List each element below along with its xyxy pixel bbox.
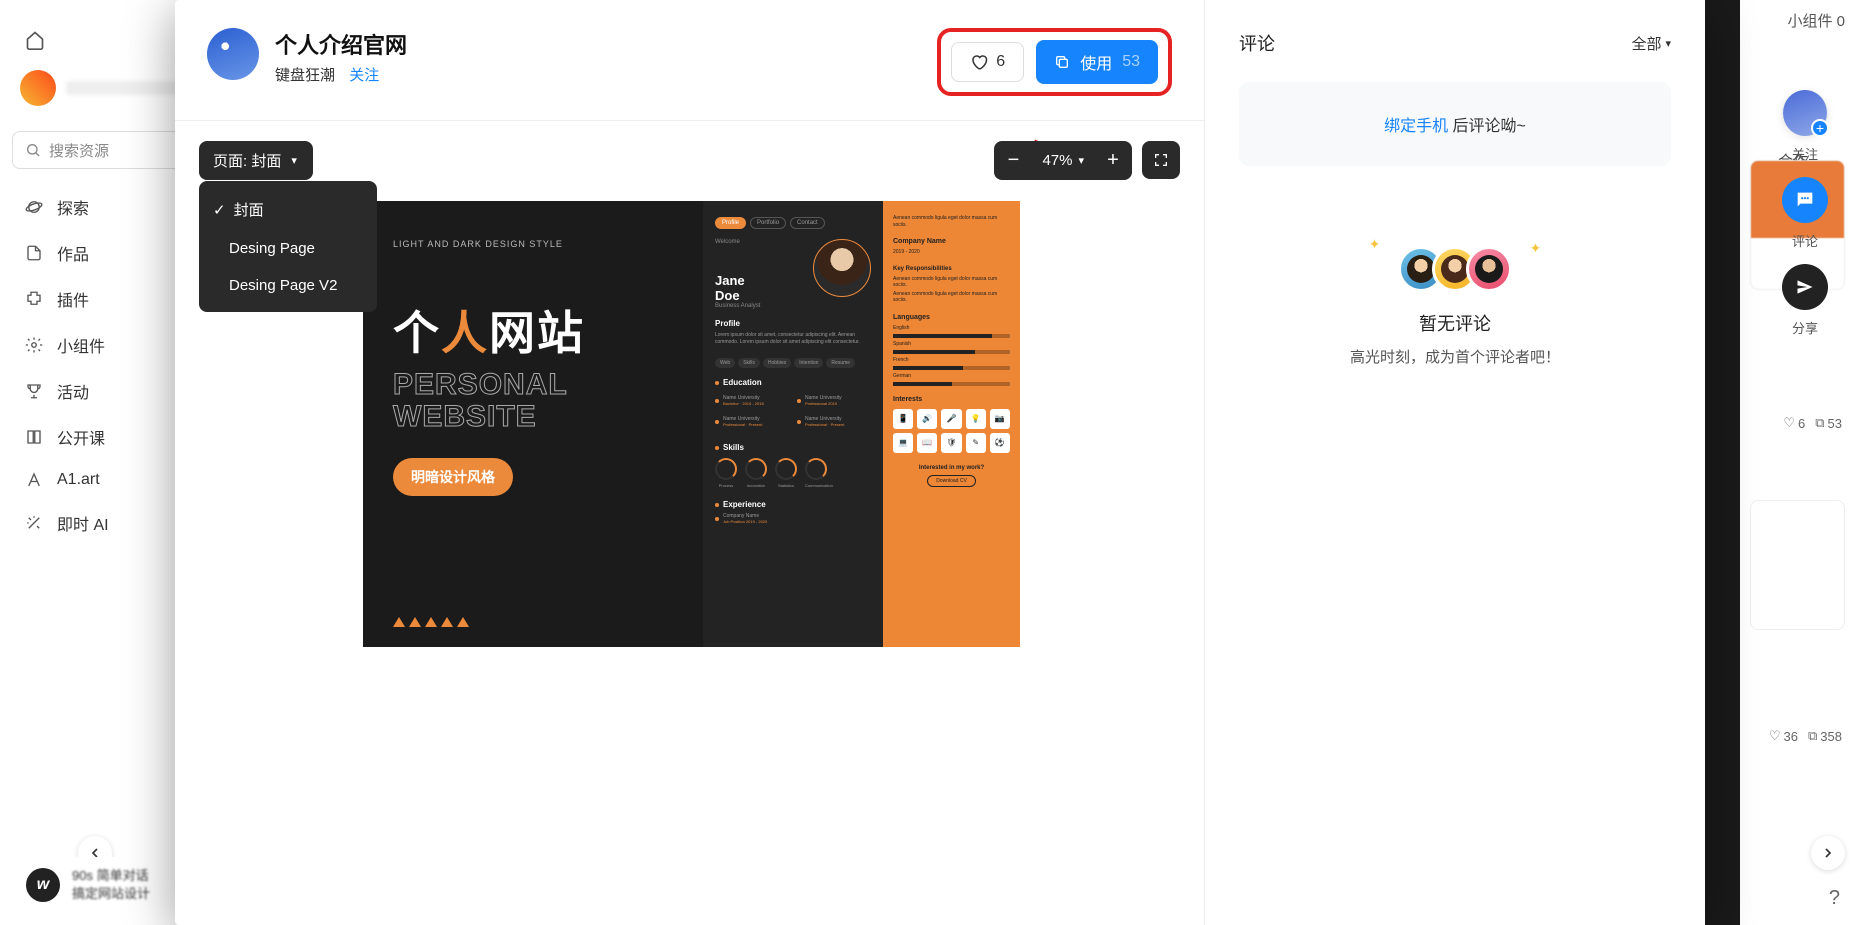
bg-related-card-2[interactable] — [1750, 500, 1845, 630]
planet-icon — [25, 198, 43, 216]
design-title-en: PERSONALWEBSITE — [393, 369, 673, 432]
interests-grid: 📱🔊🎤💡📷 💻📖🛡✎⚽ — [893, 409, 1010, 453]
empty-title: 暂无评论 — [1239, 310, 1671, 336]
chevron-down-icon: ▾ — [1665, 37, 1671, 50]
copy-icon — [1054, 54, 1070, 70]
a1-icon — [25, 471, 43, 489]
design-title-cn: 个人网站 — [393, 297, 673, 363]
search-icon — [25, 142, 41, 158]
fab-column: + 关注 评论 分享 — [1745, 90, 1860, 337]
trophy-icon — [25, 382, 43, 400]
comments-title: 评论 — [1239, 30, 1275, 56]
page-selector[interactable]: 页面: 封面 ▾ — [199, 141, 313, 180]
help-button[interactable]: ? — [1829, 887, 1840, 910]
heart-icon: ♡ 36 — [1769, 728, 1798, 744]
comments-panel: 评论 全部▾ 绑定手机 后评论呦~ ✦ ✦ 暂无评论 高光时刻，成为首个评论者吧… — [1205, 0, 1705, 925]
canvas-area: 页面: 封面 ▾ − 47%▾ + 封面 Desing Page Desing … — [175, 121, 1204, 925]
file-icon — [25, 244, 43, 262]
use-label: 使用 — [1080, 50, 1112, 74]
bg-card1-stats: ♡ 6 ⧉ 53 — [1783, 415, 1842, 431]
like-count: 6 — [996, 53, 1005, 71]
page-option-design[interactable]: Desing Page — [199, 230, 377, 267]
project-title: 个人介绍官网 — [275, 28, 937, 60]
design-preview[interactable]: LIGHT AND DARK DESIGN STYLE 个人网站 PERSONA… — [363, 201, 1020, 647]
zoom-group: − 47%▾ + — [994, 141, 1132, 180]
design-subtitle: LIGHT AND DARK DESIGN STYLE — [393, 239, 673, 249]
footer-logo-icon: w — [26, 868, 60, 902]
plus-icon: + — [1811, 119, 1829, 137]
empty-subtitle: 高光时刻，成为首个评论者吧！ — [1239, 346, 1671, 367]
design-tabs: Profile Portfolio Contact — [715, 217, 871, 229]
design-pills: WebSkillsHobbiesIntentionResume — [715, 358, 871, 368]
comments-filter[interactable]: 全部▾ — [1631, 33, 1671, 54]
resource-modal: ✕ 个人介绍官网 键盘狂潮 关注 6 使用 53 — [175, 0, 1705, 925]
empty-state: ✦ ✦ 暂无评论 高光时刻，成为首个评论者吧！ — [1239, 246, 1671, 367]
annotation-highlight-box: 6 使用 53 — [937, 28, 1172, 96]
triangle-decor — [393, 617, 469, 627]
empty-avatar-3 — [1466, 246, 1512, 292]
page-selector-label: 页面: 封面 — [213, 150, 281, 171]
copy-icon: ⧉ 53 — [1815, 415, 1842, 431]
sparkle-icon: ✦ — [1530, 240, 1542, 257]
book-icon — [25, 428, 43, 446]
bg-footer-card[interactable]: w 90s 简单对话 搞定网站设计 — [12, 857, 164, 913]
fullscreen-button[interactable] — [1142, 141, 1180, 179]
use-button[interactable]: 使用 53 — [1036, 40, 1158, 84]
modal-header: 个人介绍官网 键盘狂潮 关注 6 使用 53 — [175, 0, 1204, 121]
copy-icon: ⧉ 358 — [1808, 728, 1842, 744]
wand-icon — [25, 514, 43, 532]
widget-icon — [25, 336, 43, 354]
page-option-design-v2[interactable]: Desing Page V2 — [199, 267, 377, 304]
use-count: 53 — [1122, 53, 1140, 71]
bind-phone-link[interactable]: 绑定手机 — [1384, 118, 1448, 135]
modal-main: 个人介绍官网 键盘狂潮 关注 6 使用 53 — [175, 0, 1205, 925]
author-avatar[interactable] — [207, 28, 259, 80]
page-option-cover[interactable]: 封面 — [199, 189, 377, 230]
heart-icon: ♡ 6 — [1783, 415, 1805, 431]
bind-phone-card: 绑定手机 后评论呦~ — [1239, 82, 1671, 166]
avatar — [20, 70, 56, 106]
design-photo — [813, 239, 871, 297]
page-dropdown-menu: 封面 Desing Page Desing Page V2 — [199, 181, 377, 312]
fab-comment-label: 评论 — [1792, 231, 1818, 250]
chevron-down-icon: ▾ — [291, 154, 297, 167]
fab-share[interactable] — [1782, 264, 1828, 310]
fab-share-label: 分享 — [1792, 318, 1818, 337]
fab-follow[interactable]: + — [1782, 90, 1828, 136]
follow-link[interactable]: 关注 — [349, 67, 379, 84]
like-button[interactable]: 6 — [951, 42, 1024, 82]
bg-card2-stats: ♡ 36 ⧉ 358 — [1769, 728, 1842, 744]
zoom-out-button[interactable]: − — [994, 141, 1032, 179]
author-name[interactable]: 键盘狂潮 — [275, 67, 335, 84]
fab-comment[interactable] — [1782, 177, 1828, 223]
sparkle-icon: ✦ — [1369, 236, 1381, 253]
puzzle-icon — [25, 290, 43, 308]
footer-text: 90s 简单对话 搞定网站设计 — [72, 867, 150, 903]
zoom-value-dropdown[interactable]: 47%▾ — [1032, 141, 1094, 180]
scroll-right-button[interactable] — [1811, 836, 1845, 870]
heart-icon — [970, 53, 988, 71]
zoom-in-button[interactable]: + — [1094, 141, 1132, 179]
fab-follow-label: 关注 — [1792, 144, 1818, 163]
close-button[interactable]: ✕ — [1832, 18, 1855, 51]
design-badge: 明暗设计风格 — [393, 458, 513, 496]
search-placeholder: 搜索资源 — [49, 140, 109, 161]
chevron-down-icon: ▾ — [1078, 154, 1084, 167]
